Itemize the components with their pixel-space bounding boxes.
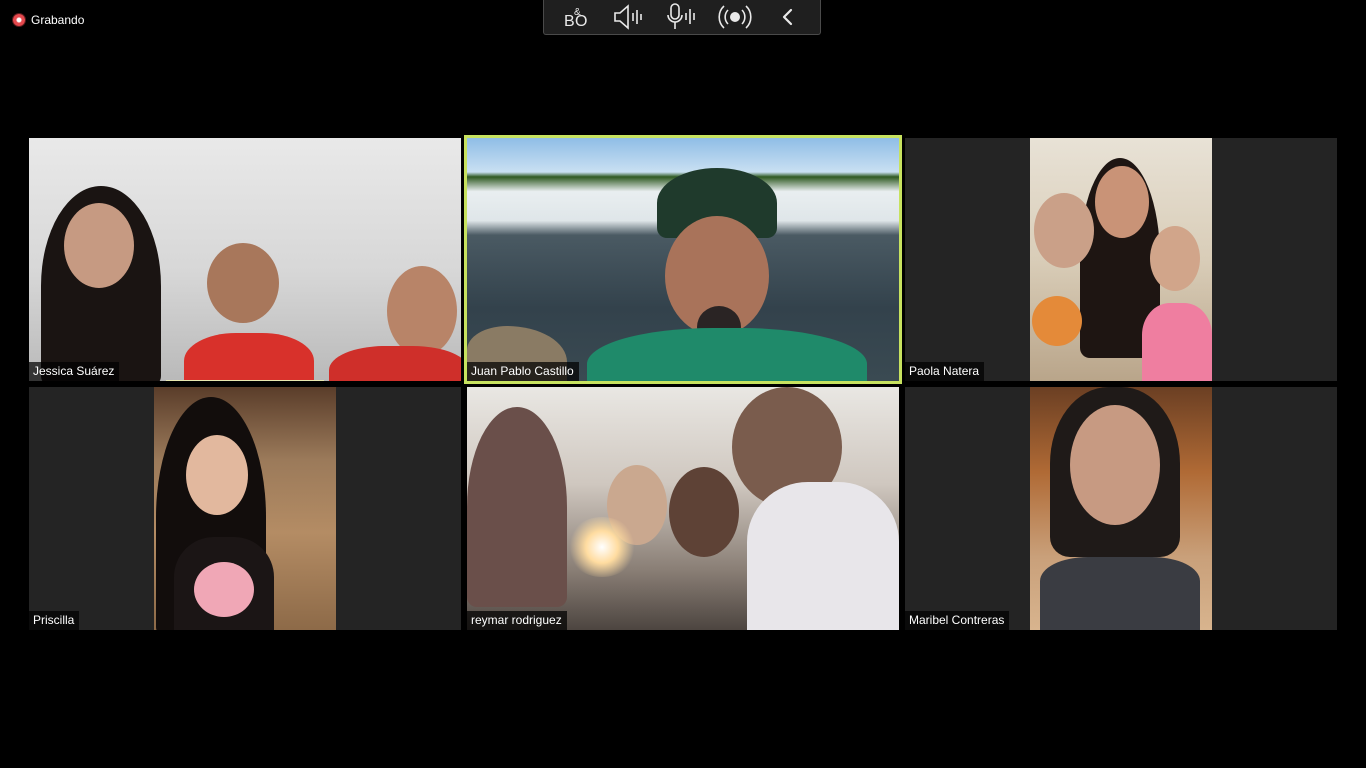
broadcast-icon [718, 4, 752, 29]
participant-name: Paola Natera [905, 362, 985, 381]
broadcast-button[interactable] [713, 0, 757, 34]
chevron-left-icon [782, 8, 792, 25]
speaking-indicator [166, 380, 324, 381]
svg-text:O: O [575, 13, 587, 30]
participant-video [154, 387, 336, 630]
participant-name: Priscilla [29, 611, 80, 630]
speaker-icon [614, 3, 642, 30]
microphone-icon [667, 2, 695, 29]
speaker-volume-button[interactable] [607, 0, 651, 34]
participant-name: Juan Pablo Castillo [467, 362, 579, 381]
participant-name: Maribel Contreras [905, 611, 1010, 630]
participant-name: reymar rodriguez [467, 611, 567, 630]
participant-video [1030, 138, 1212, 381]
microphone-button[interactable] [660, 0, 704, 34]
video-tile-juan-pablo-castillo[interactable]: Juan Pablo Castillo [467, 138, 899, 381]
participant-video [467, 138, 899, 381]
video-tile-priscilla[interactable]: Priscilla [29, 387, 461, 630]
participant-video [29, 138, 461, 381]
bo-app-button[interactable]: B & O [554, 0, 598, 34]
video-tile-jessica-suarez[interactable]: Jessica Suárez [29, 138, 461, 381]
recording-indicator: Grabando [13, 12, 84, 28]
collapse-toolbar-button[interactable] [766, 0, 810, 34]
recording-label: Grabando [31, 13, 85, 27]
video-tile-paola-natera[interactable]: Paola Natera [905, 138, 1337, 381]
video-tile-maribel-contreras[interactable]: Maribel Contreras [905, 387, 1337, 630]
meeting-toolbar: B & O [543, 0, 821, 35]
bang-olufsen-icon: B & O [564, 7, 587, 30]
participant-name: Jessica Suárez [29, 362, 120, 381]
video-tile-reymar-rodriguez[interactable]: reymar rodriguez [467, 387, 899, 630]
participant-video [1030, 387, 1212, 630]
participant-video [467, 387, 899, 630]
record-icon [13, 14, 25, 26]
